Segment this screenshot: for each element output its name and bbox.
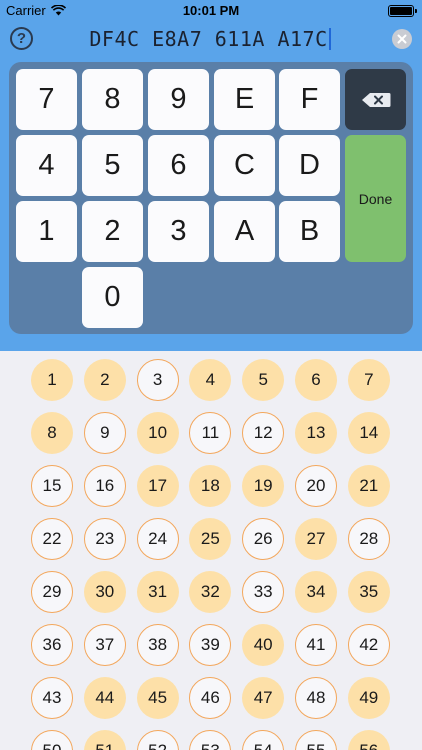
- number-cell-10[interactable]: 10: [136, 412, 179, 454]
- number-cell-21[interactable]: 21: [347, 465, 390, 507]
- hex-value: DF4C E8A7 611A A17C: [89, 27, 328, 51]
- number-cell-39[interactable]: 39: [189, 624, 232, 666]
- number-cell-3[interactable]: 3: [136, 359, 179, 401]
- number-cell-55[interactable]: 55: [295, 730, 337, 750]
- key-2[interactable]: 2: [82, 201, 143, 262]
- number-cell-4[interactable]: 4: [189, 359, 232, 401]
- number-cell-53[interactable]: 53: [189, 730, 232, 750]
- number-cell-16[interactable]: 16: [83, 465, 126, 507]
- battery-icon: [388, 5, 417, 17]
- number-cell-7[interactable]: 7: [347, 359, 390, 401]
- number-cell-48[interactable]: 48: [295, 677, 337, 719]
- number-cell-6[interactable]: 6: [295, 359, 337, 401]
- number-cell-13[interactable]: 13: [295, 412, 337, 454]
- number-cell-36[interactable]: 36: [31, 624, 73, 666]
- key-d[interactable]: D: [279, 135, 340, 196]
- status-time: 10:01 PM: [182, 3, 240, 18]
- number-cell-11[interactable]: 11: [189, 412, 232, 454]
- number-cell-46[interactable]: 46: [189, 677, 232, 719]
- number-cell-19[interactable]: 19: [242, 465, 285, 507]
- done-button[interactable]: Done: [345, 135, 406, 262]
- key-3[interactable]: 3: [148, 201, 209, 262]
- key-7[interactable]: 7: [16, 69, 77, 130]
- number-cell-50[interactable]: 50: [31, 730, 73, 750]
- key-c[interactable]: C: [214, 135, 275, 196]
- key-4[interactable]: 4: [16, 135, 77, 196]
- number-cell-45[interactable]: 45: [136, 677, 179, 719]
- key-6[interactable]: 6: [148, 135, 209, 196]
- number-cell-5[interactable]: 5: [242, 359, 285, 401]
- number-cell-28[interactable]: 28: [347, 518, 390, 560]
- number-cell-24[interactable]: 24: [136, 518, 179, 560]
- number-cell-42[interactable]: 42: [347, 624, 390, 666]
- number-cell-25[interactable]: 25: [189, 518, 232, 560]
- help-button[interactable]: ?: [10, 27, 33, 50]
- number-cell-54[interactable]: 54: [242, 730, 285, 750]
- text-caret: [328, 28, 331, 50]
- number-cell-40[interactable]: 40: [242, 624, 285, 666]
- number-cell-34[interactable]: 34: [295, 571, 337, 613]
- number-cell-18[interactable]: 18: [189, 465, 232, 507]
- number-cell-37[interactable]: 37: [83, 624, 126, 666]
- app: Carrier 10:01 PM ? DF4C E8A7 611A A17C 7…: [0, 0, 422, 750]
- number-cell-15[interactable]: 15: [31, 465, 73, 507]
- clear-icon: [397, 34, 407, 44]
- number-cell-52[interactable]: 52: [136, 730, 179, 750]
- number-cell-33[interactable]: 33: [242, 571, 285, 613]
- number-cell-51[interactable]: 51: [83, 730, 126, 750]
- clear-button[interactable]: [392, 29, 412, 49]
- number-cell-27[interactable]: 27: [295, 518, 337, 560]
- number-cell-8[interactable]: 8: [31, 412, 73, 454]
- key-a[interactable]: A: [214, 201, 275, 262]
- number-cell-56[interactable]: 56: [347, 730, 390, 750]
- number-cell-29[interactable]: 29: [31, 571, 73, 613]
- number-cell-41[interactable]: 41: [295, 624, 337, 666]
- key-0[interactable]: 0: [82, 267, 143, 328]
- key-f[interactable]: F: [279, 69, 340, 130]
- key-9[interactable]: 9: [148, 69, 209, 130]
- number-cell-44[interactable]: 44: [83, 677, 126, 719]
- number-cell-22[interactable]: 22: [31, 518, 73, 560]
- backspace-icon: [361, 92, 390, 107]
- key-1[interactable]: 1: [16, 201, 77, 262]
- hex-keypad: 7 8 9 E F 4 5 6 C D Done 1 2 3 A B 0: [9, 62, 413, 334]
- number-cell-38[interactable]: 38: [136, 624, 179, 666]
- number-cell-1[interactable]: 1: [31, 359, 73, 401]
- hex-input[interactable]: DF4C E8A7 611A A17C: [60, 24, 360, 54]
- number-cell-2[interactable]: 2: [83, 359, 126, 401]
- number-cell-26[interactable]: 26: [242, 518, 285, 560]
- key-e[interactable]: E: [214, 69, 275, 130]
- number-cell-12[interactable]: 12: [242, 412, 285, 454]
- status-bar: Carrier 10:01 PM: [0, 0, 422, 22]
- number-cell-32[interactable]: 32: [189, 571, 232, 613]
- number-cell-23[interactable]: 23: [83, 518, 126, 560]
- number-cell-43[interactable]: 43: [31, 677, 73, 719]
- number-cell-9[interactable]: 9: [83, 412, 126, 454]
- number-cell-30[interactable]: 30: [83, 571, 126, 613]
- header-area: Carrier 10:01 PM ? DF4C E8A7 611A A17C 7…: [0, 0, 422, 351]
- number-grid: 1 2 3 4 5 6 7 8 9 10 11 12 13 14 15 16 17 18 19 20 21 22 23 24 2…: [0, 351, 422, 750]
- key-5[interactable]: 5: [82, 135, 143, 196]
- key-8[interactable]: 8: [82, 69, 143, 130]
- number-cell-35[interactable]: 35: [347, 571, 390, 613]
- number-cell-20[interactable]: 20: [295, 465, 337, 507]
- number-cell-31[interactable]: 31: [136, 571, 179, 613]
- number-cell-17[interactable]: 17: [136, 465, 179, 507]
- number-cell-47[interactable]: 47: [242, 677, 285, 719]
- key-b[interactable]: B: [279, 201, 340, 262]
- number-cell-49[interactable]: 49: [347, 677, 390, 719]
- number-cell-14[interactable]: 14: [347, 412, 390, 454]
- backspace-key[interactable]: [345, 69, 406, 130]
